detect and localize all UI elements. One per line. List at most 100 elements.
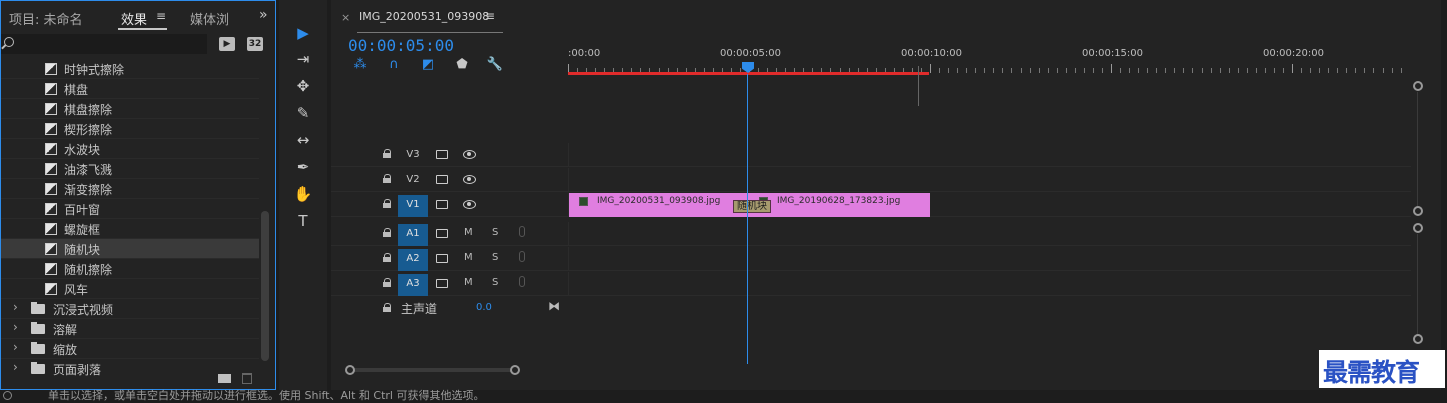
track-lane[interactable]	[568, 272, 1411, 296]
tab-media-browser[interactable]: 媒体浏	[190, 9, 229, 28]
folder-row[interactable]: › 沉浸式视频	[1, 299, 259, 319]
list-item[interactable]: 百叶窗	[1, 199, 259, 219]
sync-lock-icon[interactable]	[436, 175, 448, 184]
sync-lock-icon[interactable]	[436, 279, 448, 288]
selection-tool-icon[interactable]: ▶	[290, 20, 316, 46]
chevron-right-icon[interactable]: ›	[13, 340, 18, 354]
solo-button[interactable]: S	[492, 252, 498, 263]
accelerated-effects-icon[interactable]: ▶	[219, 37, 235, 51]
list-item[interactable]: 渐变擦除	[1, 179, 259, 199]
microphone-icon[interactable]	[519, 251, 525, 262]
playhead-timecode[interactable]: 00:00:05:00	[348, 36, 454, 55]
hand-tool-icon[interactable]: ✋	[290, 181, 316, 207]
track-label[interactable]: V2	[398, 170, 428, 192]
lock-icon[interactable]	[383, 174, 391, 183]
list-item[interactable]: 水波块	[1, 139, 259, 159]
wrench-settings-icon[interactable]: 🔧	[486, 57, 504, 75]
go-to-in-out-icon[interactable]: ⧓	[548, 299, 560, 313]
list-item[interactable]: 楔形擦除	[1, 119, 259, 139]
lock-icon[interactable]	[383, 253, 391, 262]
track-lane[interactable]	[568, 247, 1411, 271]
video-scrollbar[interactable]	[1417, 92, 1418, 206]
track-lane[interactable]	[568, 222, 1411, 246]
list-item[interactable]: 棋盘擦除	[1, 99, 259, 119]
master-volume-value[interactable]: 0.0	[476, 302, 492, 313]
panel-overflow-icon[interactable]: »	[259, 7, 268, 23]
microphone-icon[interactable]	[519, 276, 525, 287]
mute-button[interactable]: M	[464, 277, 473, 288]
add-marker-icon[interactable]: ⬟	[453, 57, 471, 75]
sync-lock-icon[interactable]	[436, 150, 448, 159]
lock-icon[interactable]	[383, 228, 391, 237]
folder-row[interactable]: › 溶解	[1, 319, 259, 339]
ripple-edit-tool-icon[interactable]: ✥	[290, 73, 316, 99]
sequence-menu-icon[interactable]: ≡	[485, 9, 495, 23]
mute-button[interactable]: M	[464, 227, 473, 238]
zoom-handle-left[interactable]	[345, 365, 355, 375]
vertical-zoom-handle[interactable]	[1413, 206, 1423, 216]
video-clip[interactable]: IMG_20190628_173823.jpg	[749, 193, 930, 217]
scrollbar-thumb[interactable]	[261, 211, 269, 361]
track-lane[interactable]: IMG_20200531_093908.jpg IMG_20190628_173…	[568, 193, 1411, 217]
sync-lock-icon[interactable]	[436, 254, 448, 263]
tab-effects[interactable]: 效果	[121, 9, 147, 28]
zoom-handle-right[interactable]	[510, 365, 520, 375]
list-item[interactable]: 油漆飞溅	[1, 159, 259, 179]
trash-icon[interactable]	[242, 373, 252, 384]
transition-clip[interactable]: 随机块	[733, 200, 771, 213]
linked-selection-icon[interactable]: ◩	[419, 57, 437, 75]
effects-tab-menu-icon[interactable]: ≡	[156, 9, 166, 23]
lock-icon[interactable]	[383, 303, 391, 312]
track-label[interactable]: V1	[398, 195, 428, 217]
snap-magnet-icon[interactable]: ∩	[385, 57, 403, 75]
lock-icon[interactable]	[383, 278, 391, 287]
list-item[interactable]: 螺旋框	[1, 219, 259, 239]
chevron-right-icon[interactable]: ›	[13, 320, 18, 334]
sync-lock-icon[interactable]	[436, 200, 448, 209]
nest-toggle-icon[interactable]: ⁂	[351, 57, 369, 75]
effects-search-input[interactable]	[1, 34, 207, 54]
solo-button[interactable]: S	[492, 277, 498, 288]
32bit-effects-icon[interactable]: 32	[247, 37, 263, 51]
track-lane[interactable]	[568, 143, 1411, 167]
pen-tool-icon[interactable]: ✒	[290, 154, 316, 180]
track-label[interactable]: A2	[398, 249, 428, 271]
vertical-zoom-handle[interactable]	[1413, 81, 1423, 91]
effects-scrollbar[interactable]	[261, 59, 269, 363]
time-ruler[interactable]: :00:00 00:00:05:00 00:00:10:00 00:00:15:…	[568, 34, 1411, 106]
track-lane[interactable]	[568, 168, 1411, 192]
microphone-icon[interactable]	[519, 226, 525, 237]
sync-lock-icon[interactable]	[436, 229, 448, 238]
vertical-zoom-handle[interactable]	[1413, 334, 1423, 344]
horizontal-zoom-scrollbar[interactable]	[345, 365, 1405, 375]
solo-button[interactable]: S	[492, 227, 498, 238]
tab-project[interactable]: 项目: 未命名	[9, 9, 83, 28]
folder-row[interactable]: › 缩放	[1, 339, 259, 359]
lock-icon[interactable]	[383, 199, 391, 208]
eye-icon[interactable]	[463, 150, 476, 159]
track-label[interactable]: V3	[398, 145, 428, 167]
lock-icon[interactable]	[383, 149, 391, 158]
list-item-selected[interactable]: 随机块	[1, 239, 259, 259]
list-item[interactable]: 时钟式擦除	[1, 59, 259, 79]
mute-button[interactable]: M	[464, 252, 473, 263]
close-icon[interactable]: ×	[341, 11, 350, 24]
slip-tool-icon[interactable]: ↔	[290, 127, 316, 153]
type-tool-icon[interactable]: T	[290, 208, 316, 234]
track-select-tool-icon[interactable]: ⇥	[290, 46, 316, 72]
track-label[interactable]: A1	[398, 224, 428, 246]
scrollbar-thumb[interactable]	[348, 368, 516, 372]
eye-icon[interactable]	[463, 175, 476, 184]
eye-icon[interactable]	[463, 200, 476, 209]
list-item[interactable]: 随机擦除	[1, 259, 259, 279]
vertical-zoom-handle[interactable]	[1413, 223, 1423, 233]
audio-scrollbar[interactable]	[1417, 234, 1418, 334]
chevron-right-icon[interactable]: ›	[13, 300, 18, 314]
video-clip[interactable]: IMG_20200531_093908.jpg	[569, 193, 749, 217]
sequence-tab[interactable]: IMG_20200531_093908	[359, 10, 489, 23]
list-item[interactable]: 风车	[1, 279, 259, 299]
new-custom-bin-icon[interactable]	[218, 374, 231, 383]
track-label[interactable]: A3	[398, 274, 428, 296]
razor-tool-icon[interactable]: ✎	[290, 100, 316, 126]
list-item[interactable]: 棋盘	[1, 79, 259, 99]
